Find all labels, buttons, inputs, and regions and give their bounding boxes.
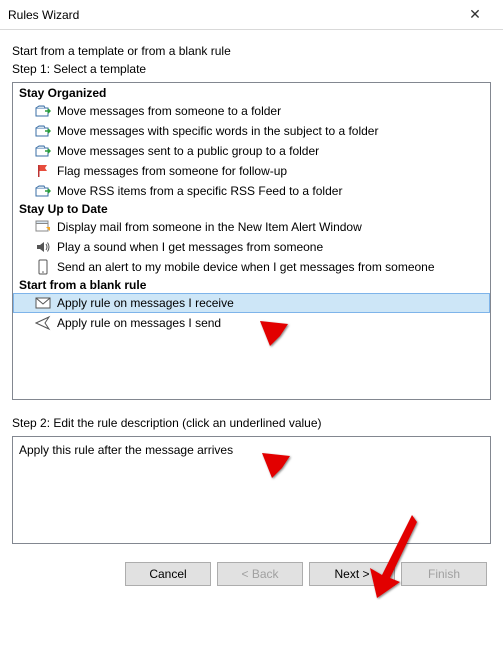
template-listbox: Stay Organized Move messages from someon… <box>12 82 491 400</box>
template-item-move-specific-words[interactable]: Move messages with specific words in the… <box>13 121 490 141</box>
template-item-flag-followup[interactable]: Flag messages from someone for follow-up <box>13 161 490 181</box>
send-icon <box>35 315 51 331</box>
flag-icon <box>35 163 51 179</box>
back-button: < Back <box>217 562 303 586</box>
sound-icon <box>35 239 51 255</box>
button-row: Cancel < Back Next > Finish <box>12 550 491 596</box>
cancel-button[interactable]: Cancel <box>125 562 211 586</box>
next-button[interactable]: Next > <box>309 562 395 586</box>
finish-button: Finish <box>401 562 487 586</box>
move-folder-icon <box>35 183 51 199</box>
rule-description-text: Apply this rule after the message arrive… <box>19 443 233 457</box>
step1-label: Step 1: Select a template <box>12 62 491 76</box>
template-item-apply-send[interactable]: Apply rule on messages I send <box>13 313 490 333</box>
item-label: Move messages from someone to a folder <box>57 102 281 120</box>
titlebar: Rules Wizard ✕ <box>0 0 503 30</box>
template-item-move-rss[interactable]: Move RSS items from a specific RSS Feed … <box>13 181 490 201</box>
move-folder-icon <box>35 103 51 119</box>
section-blank-rule: Start from a blank rule <box>13 277 490 293</box>
item-label: Play a sound when I get messages from so… <box>57 238 323 256</box>
alert-window-icon <box>35 219 51 235</box>
template-item-play-sound[interactable]: Play a sound when I get messages from so… <box>13 237 490 257</box>
move-folder-icon <box>35 143 51 159</box>
template-item-move-public-group[interactable]: Move messages sent to a public group to … <box>13 141 490 161</box>
section-stay-organized: Stay Organized <box>13 85 490 101</box>
item-label: Move RSS items from a specific RSS Feed … <box>57 182 342 200</box>
template-item-display-alert[interactable]: Display mail from someone in the New Ite… <box>13 217 490 237</box>
item-label: Move messages sent to a public group to … <box>57 142 319 160</box>
mobile-icon <box>35 259 51 275</box>
item-label: Move messages with specific words in the… <box>57 122 378 140</box>
envelope-icon <box>35 295 51 311</box>
template-item-mobile-alert[interactable]: Send an alert to my mobile device when I… <box>13 257 490 277</box>
template-item-move-from-someone[interactable]: Move messages from someone to a folder <box>13 101 490 121</box>
item-label: Display mail from someone in the New Ite… <box>57 218 362 236</box>
item-label: Apply rule on messages I send <box>57 314 221 332</box>
intro-text: Start from a template or from a blank ru… <box>12 44 491 58</box>
close-icon: ✕ <box>469 6 481 23</box>
close-button[interactable]: ✕ <box>455 1 495 29</box>
step2-label: Step 2: Edit the rule description (click… <box>12 416 491 430</box>
item-label: Apply rule on messages I receive <box>57 294 234 312</box>
window-title: Rules Wizard <box>8 8 455 22</box>
move-folder-icon <box>35 123 51 139</box>
item-label: Send an alert to my mobile device when I… <box>57 258 435 276</box>
rule-description-box[interactable]: Apply this rule after the message arrive… <box>12 436 491 544</box>
section-stay-up-to-date: Stay Up to Date <box>13 201 490 217</box>
item-label: Flag messages from someone for follow-up <box>57 162 287 180</box>
template-item-apply-receive[interactable]: Apply rule on messages I receive <box>13 293 490 313</box>
